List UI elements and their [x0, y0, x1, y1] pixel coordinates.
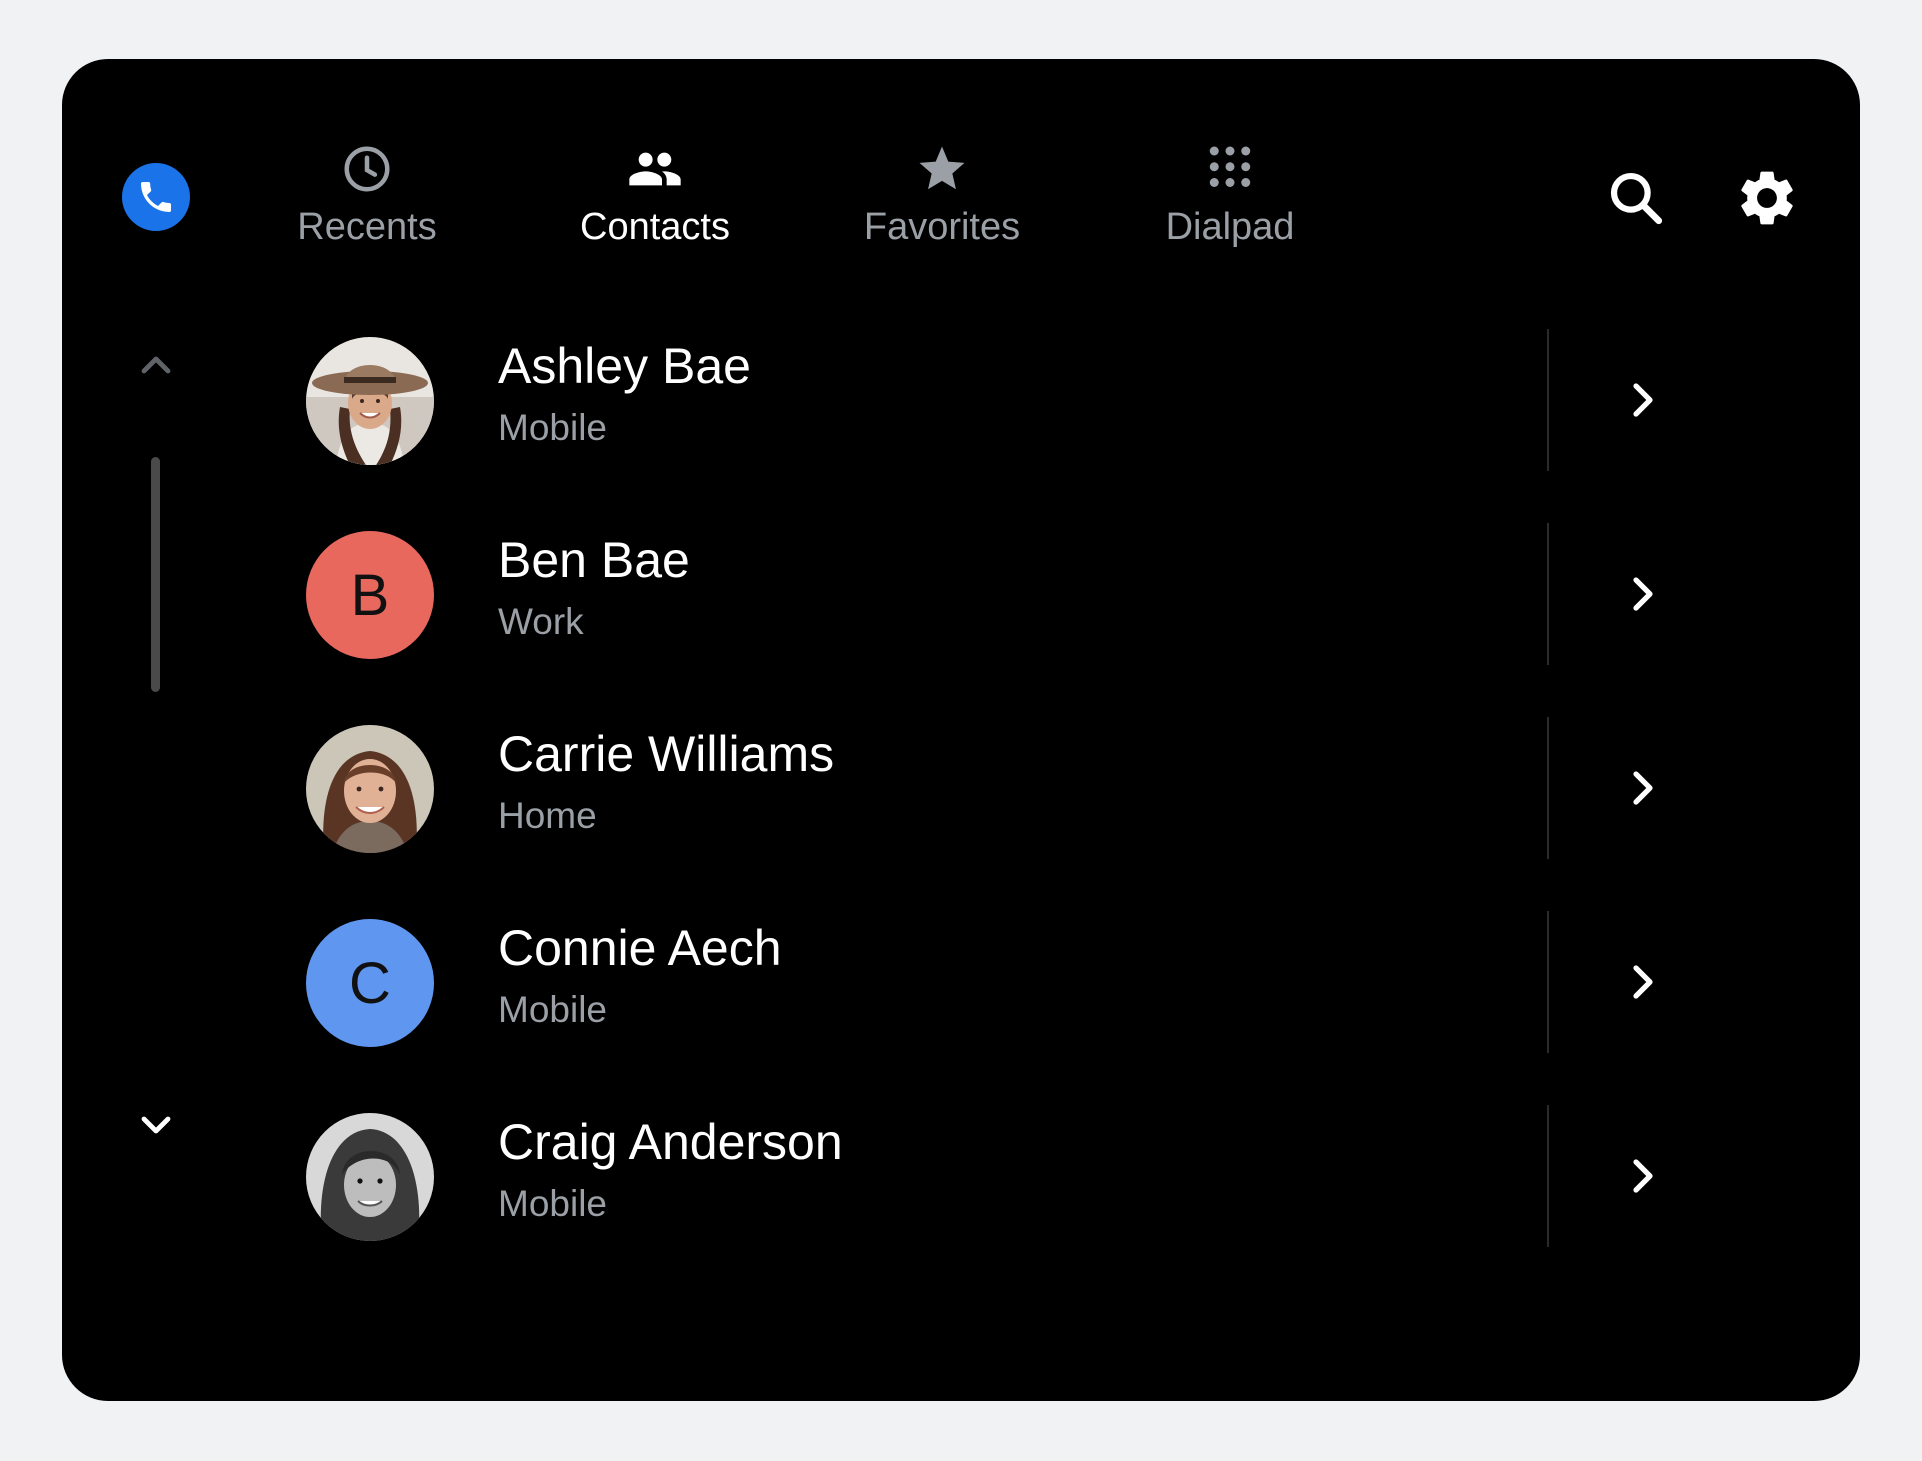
contact-name: Ashley Bae	[498, 338, 751, 394]
contact-name: Carrie Williams	[498, 726, 835, 782]
avatar-letter: C	[349, 950, 391, 1016]
people-icon	[625, 139, 685, 199]
contact-details-button[interactable]	[1607, 365, 1677, 435]
contact-phone-type: Mobile	[498, 989, 607, 1030]
settings-button[interactable]	[1728, 159, 1806, 237]
phone-app-screen: Recents Contacts Favorites Dialpad Ashle…	[62, 59, 1860, 1401]
contact-phone-type: Work	[498, 601, 584, 642]
avatar: B	[306, 531, 434, 659]
tab-label-contacts: Contacts	[580, 206, 730, 248]
tab-dialpad[interactable]: Dialpad	[1120, 139, 1340, 269]
contact-details-button[interactable]	[1607, 1141, 1677, 1211]
phone-app-icon[interactable]	[122, 163, 190, 231]
row-divider	[1547, 717, 1549, 859]
chevron-right-icon	[1633, 577, 1653, 611]
row-divider	[1547, 1105, 1549, 1247]
tab-recents[interactable]: Recents	[257, 139, 477, 269]
contact-phone-type: Home	[498, 795, 597, 836]
tab-label-favorites: Favorites	[863, 206, 1021, 248]
contact-row[interactable]: Craig Anderson Mobile	[302, 1105, 1702, 1247]
avatar: C	[306, 919, 434, 1047]
chevron-right-icon	[1633, 965, 1653, 999]
contact-details-button[interactable]	[1607, 559, 1677, 629]
contact-name: Ben Bae	[498, 532, 690, 588]
search-icon	[1610, 172, 1663, 225]
contact-details-button[interactable]	[1607, 947, 1677, 1017]
tab-label-recents: Recents	[297, 206, 437, 248]
contact-list: Ashley Bae Mobile B Ben Bae Work Carrie …	[62, 329, 1860, 1275]
contact-row[interactable]: C Connie Aech Mobile	[302, 911, 1702, 1053]
chevron-right-icon	[1633, 383, 1653, 417]
dialpad-icon	[1200, 139, 1260, 199]
avatar	[306, 337, 434, 465]
tab-favorites[interactable]: Favorites	[832, 139, 1052, 269]
row-divider	[1547, 523, 1549, 665]
contact-row[interactable]: B Ben Bae Work	[302, 523, 1702, 665]
chevron-right-icon	[1633, 771, 1653, 805]
contact-phone-type: Mobile	[498, 407, 607, 448]
star-icon	[912, 139, 972, 199]
search-button[interactable]	[1597, 159, 1675, 237]
row-divider	[1547, 911, 1549, 1053]
avatar	[306, 725, 434, 853]
avatar	[306, 1113, 434, 1241]
gear-icon	[1741, 171, 1793, 225]
row-divider	[1547, 329, 1549, 471]
contact-row[interactable]: Ashley Bae Mobile	[302, 329, 1702, 471]
chevron-right-icon	[1633, 1159, 1653, 1193]
contact-phone-type: Mobile	[498, 1183, 607, 1224]
contact-details-button[interactable]	[1607, 753, 1677, 823]
contact-name: Craig Anderson	[498, 1114, 843, 1170]
tab-contacts[interactable]: Contacts	[545, 139, 765, 269]
clock-icon	[337, 139, 397, 199]
avatar-letter: B	[350, 562, 390, 628]
contact-name: Connie Aech	[498, 920, 782, 976]
tab-label-dialpad: Dialpad	[1165, 206, 1295, 248]
phone-icon	[141, 182, 171, 212]
contact-row[interactable]: Carrie Williams Home	[302, 717, 1702, 859]
